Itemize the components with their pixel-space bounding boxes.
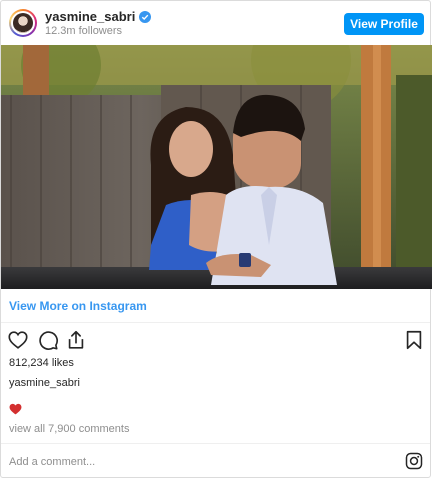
instagram-embed: yasmine_sabri 12.3m followers View Profi…: [0, 0, 432, 478]
view-more-row: View More on Instagram: [1, 289, 430, 323]
post-header: yasmine_sabri 12.3m followers View Profi…: [1, 1, 430, 45]
username-row: yasmine_sabri: [45, 9, 152, 24]
post-photo[interactable]: [1, 45, 432, 289]
likes-count[interactable]: 812,234 likes: [9, 357, 74, 369]
view-profile-button[interactable]: View Profile: [344, 13, 424, 35]
divider: [1, 443, 430, 444]
heart-icon[interactable]: [7, 329, 29, 351]
instagram-logo-icon[interactable]: [405, 452, 423, 470]
comment-icon[interactable]: [37, 329, 59, 351]
followers-count: 12.3m followers: [45, 25, 123, 37]
avatar[interactable]: [9, 9, 37, 37]
caption-username[interactable]: yasmine_sabri: [9, 377, 80, 389]
action-bar: [1, 327, 430, 355]
add-comment-field[interactable]: Add a comment...: [9, 456, 95, 468]
username[interactable]: yasmine_sabri: [45, 9, 135, 24]
bookmark-icon[interactable]: [403, 329, 425, 351]
view-more-link[interactable]: View More on Instagram: [9, 299, 147, 313]
share-icon[interactable]: [65, 329, 87, 351]
view-comments-link[interactable]: view all 7,900 comments: [9, 423, 129, 435]
verified-badge-icon: [139, 10, 152, 23]
red-heart-icon: [9, 403, 22, 415]
